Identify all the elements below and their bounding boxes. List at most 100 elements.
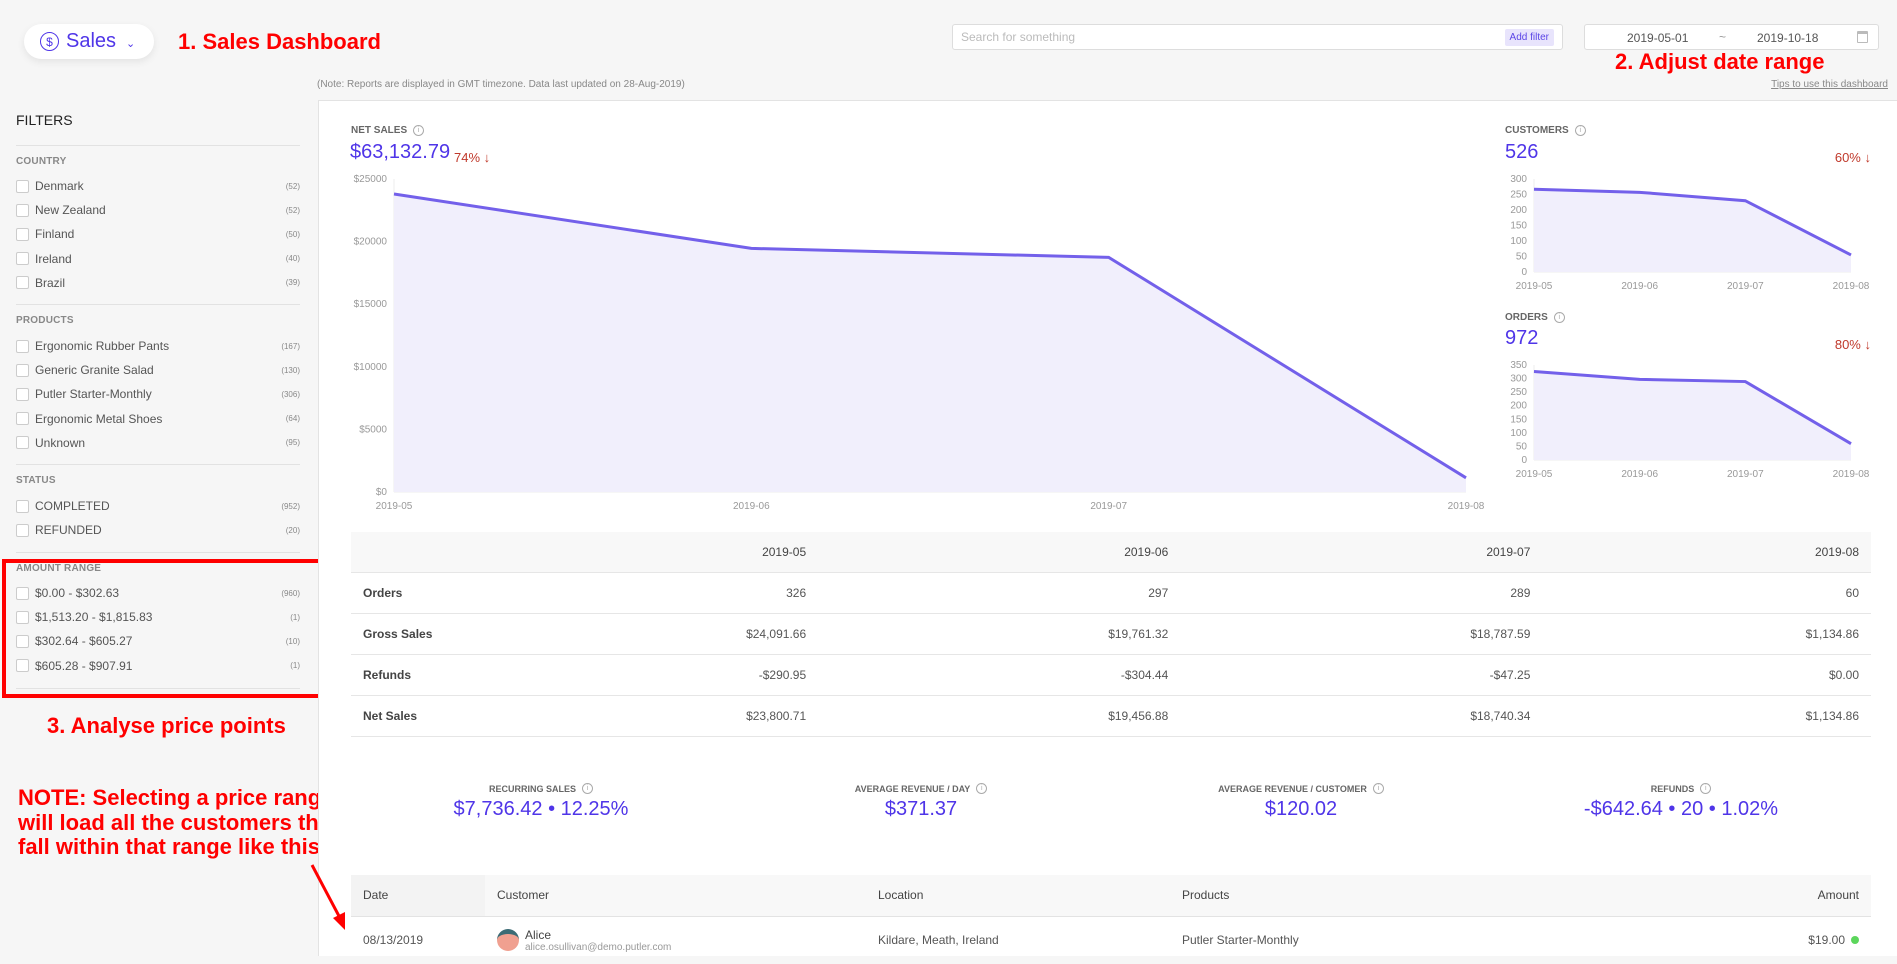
order-location: Kildare, Meath, Ireland <box>866 916 1170 964</box>
info-icon[interactable]: i <box>1700 783 1711 794</box>
stat-block: RECURRING SALES i $7,736.42 • 12.25% <box>351 783 731 821</box>
column-header: 2019-05 <box>456 532 818 572</box>
y-tick-label: $25000 <box>354 174 388 185</box>
table-cell: $18,787.59 <box>1180 613 1542 654</box>
y-tick-label: 50 <box>1516 252 1528 263</box>
net-sales-chart: $0 $5000 $10000 $15000 $20000 $25000 2019-05 20… <box>354 174 1485 512</box>
table-header-row: 2019-05 2019-06 2019-07 2019-08 <box>351 532 1871 572</box>
x-tick-label: 2019-06 <box>1621 281 1658 292</box>
x-tick-label: 2019-07 <box>1727 469 1764 480</box>
x-tick-label: 2019-08 <box>1448 501 1485 512</box>
order-amount: $19.00 <box>1614 916 1871 964</box>
x-tick-label: 2019-05 <box>1516 281 1553 292</box>
x-tick-label: 2019-05 <box>376 501 413 512</box>
y-tick-label: 300 <box>1510 374 1527 385</box>
column-header: 2019-08 <box>1542 532 1871 572</box>
corner-cell <box>351 532 456 572</box>
monthly-summary-table: 2019-05 2019-06 2019-07 2019-08 Orders32… <box>351 532 1871 737</box>
column-header-location[interactable]: Location <box>866 875 1170 916</box>
stat-label-text: AVERAGE REVENUE / CUSTOMER <box>1218 784 1367 794</box>
y-tick-label: 250 <box>1510 387 1527 398</box>
x-tick-label: 2019-08 <box>1833 281 1870 292</box>
table-cell: 60 <box>1542 572 1871 613</box>
y-tick-label: $5000 <box>359 424 387 435</box>
column-header-customer[interactable]: Customer <box>485 875 866 916</box>
x-tick-label: 2019-05 <box>1516 469 1553 480</box>
table-cell: -$304.44 <box>818 654 1180 695</box>
column-header-amount[interactable]: Amount <box>1614 875 1871 916</box>
stat-value: $371.37 <box>731 798 1111 821</box>
stat-label: RECURRING SALES i <box>351 783 731 794</box>
y-tick-label: 250 <box>1510 190 1527 201</box>
table-cell: 297 <box>818 572 1180 613</box>
stat-value: $7,736.42 • 12.25% <box>351 798 731 821</box>
table-cell: $23,800.71 <box>456 695 818 736</box>
table-row: Net Sales$23,800.71$19,456.88$18,740.34$… <box>351 695 1871 736</box>
table-row: Orders32629728960 <box>351 572 1871 613</box>
column-header: 2019-07 <box>1180 532 1542 572</box>
customer-email: alice.osullivan@demo.putler.com <box>525 942 671 953</box>
table-cell: $19,761.32 <box>818 613 1180 654</box>
x-tick-label: 2019-06 <box>733 501 770 512</box>
order-product: Putler Starter-Monthly <box>1170 916 1614 964</box>
row-label: Orders <box>351 572 456 613</box>
stat-block: REFUNDS i -$642.64 • 20 • 1.02% <box>1491 783 1871 821</box>
y-tick-label: 0 <box>1521 267 1527 278</box>
table-row[interactable]: 08/13/2019 Alice alice.osullivan@demo.pu… <box>351 916 1871 964</box>
info-icon[interactable]: i <box>976 783 987 794</box>
row-label: Gross Sales <box>351 613 456 654</box>
y-tick-label: 200 <box>1510 205 1527 216</box>
orders-chart: 0501001502002503003502019-052019-062019-… <box>1510 360 1869 480</box>
column-header-date[interactable]: Date <box>351 875 485 916</box>
info-icon[interactable]: i <box>582 783 593 794</box>
customer-cell[interactable]: Alice alice.osullivan@demo.putler.com <box>485 916 866 964</box>
stat-label-text: RECURRING SALES <box>489 784 576 794</box>
y-tick-label: 50 <box>1516 441 1528 452</box>
stat-value: $120.02 <box>1111 798 1491 821</box>
table-cell: $18,740.34 <box>1180 695 1542 736</box>
customers-chart: 0 50 100 150 200 250 300 2019-05 2019-06 2019-07 2… <box>1510 174 1869 292</box>
y-tick-label: $15000 <box>354 299 388 310</box>
table-cell: $24,091.66 <box>456 613 818 654</box>
stat-block: AVERAGE REVENUE / DAYi$371.37 <box>731 783 1111 821</box>
column-header-products[interactable]: Products <box>1170 875 1614 916</box>
stat-label: AVERAGE REVENUE / CUSTOMER i <box>1111 783 1491 794</box>
x-tick-label: 2019-07 <box>1090 501 1127 512</box>
row-label: Refunds <box>351 654 456 695</box>
y-tick-label: $0 <box>376 487 388 498</box>
order-date: 08/13/2019 <box>351 916 485 964</box>
y-tick-label: 0 <box>1521 455 1527 466</box>
table-cell: -$47.25 <box>1180 654 1542 695</box>
customer-name: Alice <box>525 928 671 942</box>
x-tick-label: 2019-07 <box>1727 281 1764 292</box>
table-cell: $19,456.88 <box>818 695 1180 736</box>
y-tick-label: 350 <box>1510 360 1527 371</box>
y-tick-label: $10000 <box>354 362 388 373</box>
stat-label: REFUNDS i <box>1491 783 1871 794</box>
table-cell: 289 <box>1180 572 1542 613</box>
column-header: 2019-06 <box>818 532 1180 572</box>
stat-block: AVERAGE REVENUE / CUSTOMER i $120.02 <box>1111 783 1491 821</box>
y-tick-label: 100 <box>1510 428 1527 439</box>
table-cell: 326 <box>456 572 818 613</box>
stat-label-text: REFUNDS <box>1651 784 1695 794</box>
x-tick-label: 2019-08 <box>1833 469 1870 480</box>
table-row: Refunds-$290.95-$304.44-$47.25$0.00 <box>351 654 1871 695</box>
table-cell: $1,134.86 <box>1542 613 1871 654</box>
table-cell: -$290.95 <box>456 654 818 695</box>
y-tick-label: 150 <box>1510 221 1527 232</box>
stat-value: -$642.64 • 20 • 1.02% <box>1491 798 1871 821</box>
row-label: Net Sales <box>351 695 456 736</box>
y-tick-label: 200 <box>1510 401 1527 412</box>
area-fill <box>394 194 1466 492</box>
avatar <box>497 929 519 951</box>
y-tick-label: 300 <box>1510 174 1527 185</box>
y-tick-label: $20000 <box>354 237 388 248</box>
table-cell: $0.00 <box>1542 654 1871 695</box>
orders-table: Date Customer Location Products Amount 0… <box>351 875 1871 964</box>
info-icon[interactable]: i <box>1373 783 1384 794</box>
y-tick-label: 150 <box>1510 414 1527 425</box>
y-tick-label: 100 <box>1510 236 1527 247</box>
status-dot-icon <box>1851 936 1859 944</box>
table-cell: $1,134.86 <box>1542 695 1871 736</box>
